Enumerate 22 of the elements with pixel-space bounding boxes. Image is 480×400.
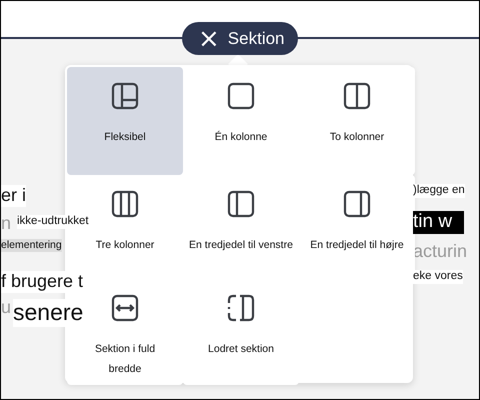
page-text: er i	[1, 185, 26, 207]
page-text: f brugere t	[1, 271, 84, 293]
layout-icon	[110, 189, 140, 219]
page-text: u	[1, 297, 12, 319]
page-text: )lægge en	[413, 184, 465, 198]
pill-label: Sektion	[228, 28, 284, 48]
page-text: senere	[13, 299, 84, 327]
layout-option[interactable]: Fleksibel	[67, 67, 183, 175]
layout-icon	[342, 81, 372, 111]
page-text: n	[1, 213, 12, 235]
layout-icon	[110, 81, 140, 111]
page-text: ikke-udtrukket	[17, 215, 89, 229]
dashed-box-icon	[226, 293, 256, 323]
square-icon	[226, 81, 256, 111]
page-text: acturin	[413, 241, 468, 263]
layout-icon	[342, 189, 372, 219]
page-text: eke vores	[413, 270, 463, 284]
close-button[interactable]: ×	[198, 26, 220, 52]
page-text: tin w	[413, 211, 464, 234]
layout-icon	[226, 189, 256, 219]
arrows-box-icon	[110, 293, 140, 323]
page-text: elementering	[1, 239, 62, 252]
